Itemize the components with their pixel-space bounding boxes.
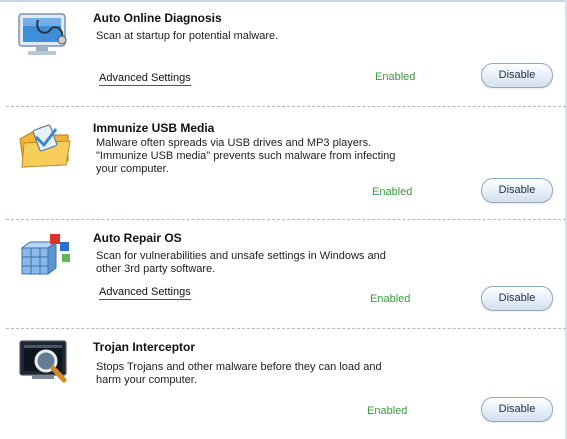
status-label: Enabled: [372, 186, 413, 198]
description-line: harm your computer.: [96, 374, 197, 386]
feature-title: Trojan Interceptor: [93, 340, 196, 354]
advanced-settings-link[interactable]: Advanced Settings: [99, 72, 191, 86]
disable-button[interactable]: Disable: [481, 178, 553, 203]
disable-button[interactable]: Disable: [481, 286, 553, 311]
description-line: Stops Trojans and other malware before t…: [96, 361, 382, 373]
disable-button[interactable]: Disable: [481, 63, 553, 88]
feature-description: Scan for vulnerabilities and unsafe sett…: [96, 250, 396, 276]
description-line: Scan for vulnerabilities and unsafe sett…: [96, 250, 386, 262]
description-line: "Immunize USB media" prevents such malwa…: [96, 150, 396, 162]
feature-description: Scan at startup for potential malware.: [96, 30, 396, 43]
feature-title: Immunize USB Media: [93, 121, 215, 135]
disable-button[interactable]: Disable: [481, 397, 553, 422]
status-label: Enabled: [370, 293, 411, 305]
description-line: Scan at startup for potential malware.: [96, 30, 279, 42]
advanced-settings-link[interactable]: Advanced Settings: [99, 286, 191, 300]
feature-trojan-interceptor: Trojan Interceptor Stops Trojans and oth…: [0, 329, 565, 439]
feature-title: Auto Online Diagnosis: [93, 11, 222, 25]
description-line: Malware often spreads via USB drives and…: [96, 137, 372, 149]
feature-immunize-usb-media: Immunize USB Media Malware often spreads…: [0, 107, 565, 219]
feature-title: Auto Repair OS: [93, 231, 182, 245]
feature-description: Stops Trojans and other malware before t…: [96, 361, 396, 387]
trojan-magnifier-icon: [16, 337, 74, 387]
feature-auto-repair-os: Auto Repair OS Scan for vulnerabilities …: [0, 220, 565, 328]
usb-folder-shield-icon: [16, 121, 74, 171]
description-line: your computer.: [96, 163, 169, 175]
status-label: Enabled: [367, 405, 408, 417]
status-label: Enabled: [375, 71, 416, 83]
monitor-stethoscope-icon: [16, 10, 74, 60]
feature-auto-online-diagnosis: Auto Online Diagnosis Scan at startup fo…: [0, 0, 565, 106]
feature-description: Malware often spreads via USB drives and…: [96, 137, 396, 176]
repair-cubes-icon: [16, 230, 74, 280]
description-line: other 3rd party software.: [96, 263, 216, 275]
